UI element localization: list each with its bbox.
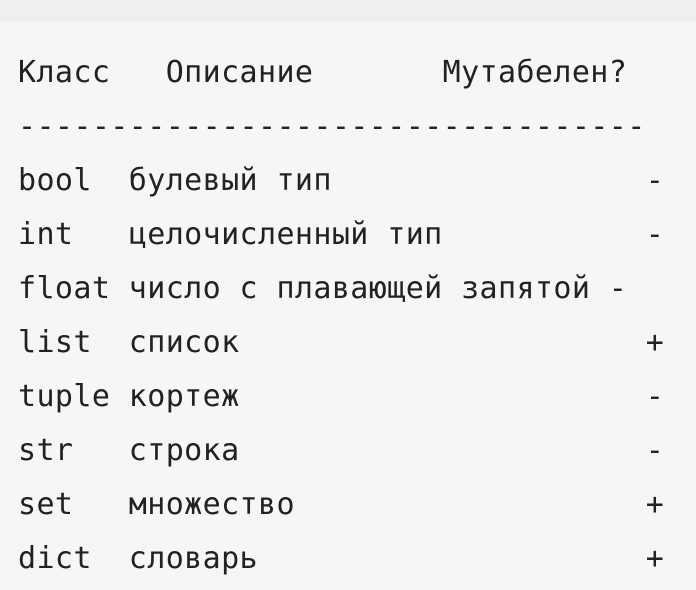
table-row: float число с плавающей запятой -: [18, 271, 628, 306]
table-row: int целочисленный тип -: [18, 217, 665, 252]
table-header: Класс Описание Мутабелен?: [18, 55, 628, 90]
table-row: bool булевый тип -: [18, 163, 665, 198]
table-row: set множество +: [18, 487, 665, 522]
top-band: [0, 0, 696, 22]
table-row: tuple кортеж -: [18, 379, 665, 414]
table-separator: ----------------------------------: [18, 109, 646, 144]
type-table: Класс Описание Мутабелен? ---------------…: [18, 46, 664, 586]
table-row: dict словарь +: [18, 541, 665, 576]
code-block: Класс Описание Мутабелен? ---------------…: [0, 22, 696, 590]
table-row: str строка -: [18, 433, 665, 468]
table-row: list список +: [18, 325, 665, 360]
